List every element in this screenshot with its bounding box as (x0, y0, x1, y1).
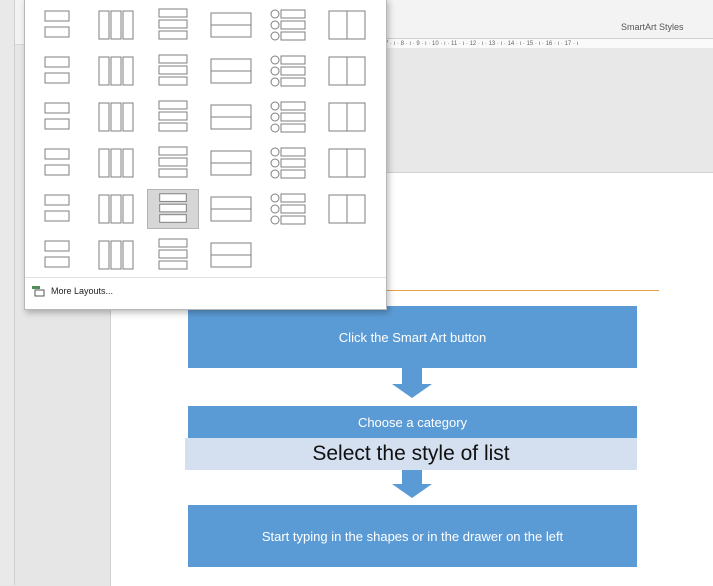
layout-option-bracket-circle-list[interactable] (205, 189, 257, 229)
layout-option-vertical-chevron-list[interactable] (147, 143, 199, 183)
layout-option-picture-caption-list[interactable] (31, 51, 83, 91)
layout-option-trapezoid-list[interactable] (263, 51, 315, 91)
step-box-1[interactable]: Click the Smart Art button (188, 306, 637, 368)
layout-option-block-matrix[interactable] (205, 235, 257, 275)
layout-option-wrap-arrows[interactable] (205, 143, 257, 183)
layout-option-nested-boxes[interactable] (31, 235, 83, 275)
layout-option-stacked-list[interactable] (89, 5, 141, 45)
layout-option-linear-dot-flow[interactable] (147, 51, 199, 91)
smartart-styles-label[interactable]: SmartArt Styles (621, 22, 684, 32)
layout-option-vertical-circle-list[interactable] (147, 189, 199, 229)
layout-option-vertical-block-list[interactable] (89, 143, 141, 183)
layout-option-grouped-list[interactable] (31, 97, 83, 137)
layout-option-circle-accent-list[interactable] (321, 97, 373, 137)
layout-option-pillars-list[interactable] (321, 5, 373, 45)
layout-option-segmented-blocks[interactable] (263, 97, 315, 137)
layout-option-pyramid-list[interactable] (263, 189, 315, 229)
step-box-4[interactable]: Start typing in the shapes or in the dra… (188, 505, 637, 567)
smartart-layouts-dropdown: More Layouts... (24, 0, 387, 310)
more-layouts-icon (32, 286, 45, 297)
layout-option-gear-list[interactable] (89, 235, 141, 275)
layout-option-process-bubbles[interactable] (89, 51, 141, 91)
layout-option-arrow-process[interactable] (263, 143, 315, 183)
layout-option-descending-steps[interactable] (205, 51, 257, 91)
layout-option-vertical-bullet-list[interactable] (31, 5, 83, 45)
arrow-stem-2 (402, 470, 422, 484)
layout-option-horizontal-bullet-list[interactable] (263, 5, 315, 45)
more-layouts-link[interactable]: More Layouts... (31, 285, 113, 297)
vertical-ruler (0, 0, 15, 585)
down-arrow-icon (392, 384, 432, 398)
down-arrow-icon (392, 484, 432, 498)
layout-option-hierarchy-list[interactable] (147, 97, 199, 137)
layout-option-pillar-bars[interactable] (31, 189, 83, 229)
gallery-separator (25, 277, 386, 278)
layout-option-vertical-stacked[interactable] (205, 97, 257, 137)
more-layouts-label: More Layouts... (51, 286, 114, 296)
layout-option-table-list[interactable] (321, 51, 373, 91)
step-4-text: Start typing in the shapes or in the dra… (261, 528, 564, 544)
layout-option-vertical-box-list[interactable] (147, 5, 199, 45)
placeholder-guide-line (383, 290, 659, 291)
layout-option-arc-list[interactable] (321, 189, 373, 229)
step-1-text: Click the Smart Art button (338, 329, 487, 345)
layout-option-table-blocks[interactable] (147, 235, 199, 275)
layout-option-chevron-process[interactable] (321, 143, 373, 183)
step-3-band[interactable]: Select the style of list (185, 438, 637, 470)
step-2-text: Choose a category (357, 415, 468, 430)
layout-option-lined-list[interactable] (205, 5, 257, 45)
step-box-2[interactable]: Choose a category (188, 406, 637, 439)
step-3-text: Select the style of list (312, 442, 510, 465)
layout-option-round-grouped-list[interactable] (89, 97, 141, 137)
arrow-stem-1 (402, 368, 422, 384)
layout-option-table-hierarchy[interactable] (89, 189, 141, 229)
workspace-background (385, 48, 713, 173)
layout-option-stacked-bars[interactable] (31, 143, 83, 183)
